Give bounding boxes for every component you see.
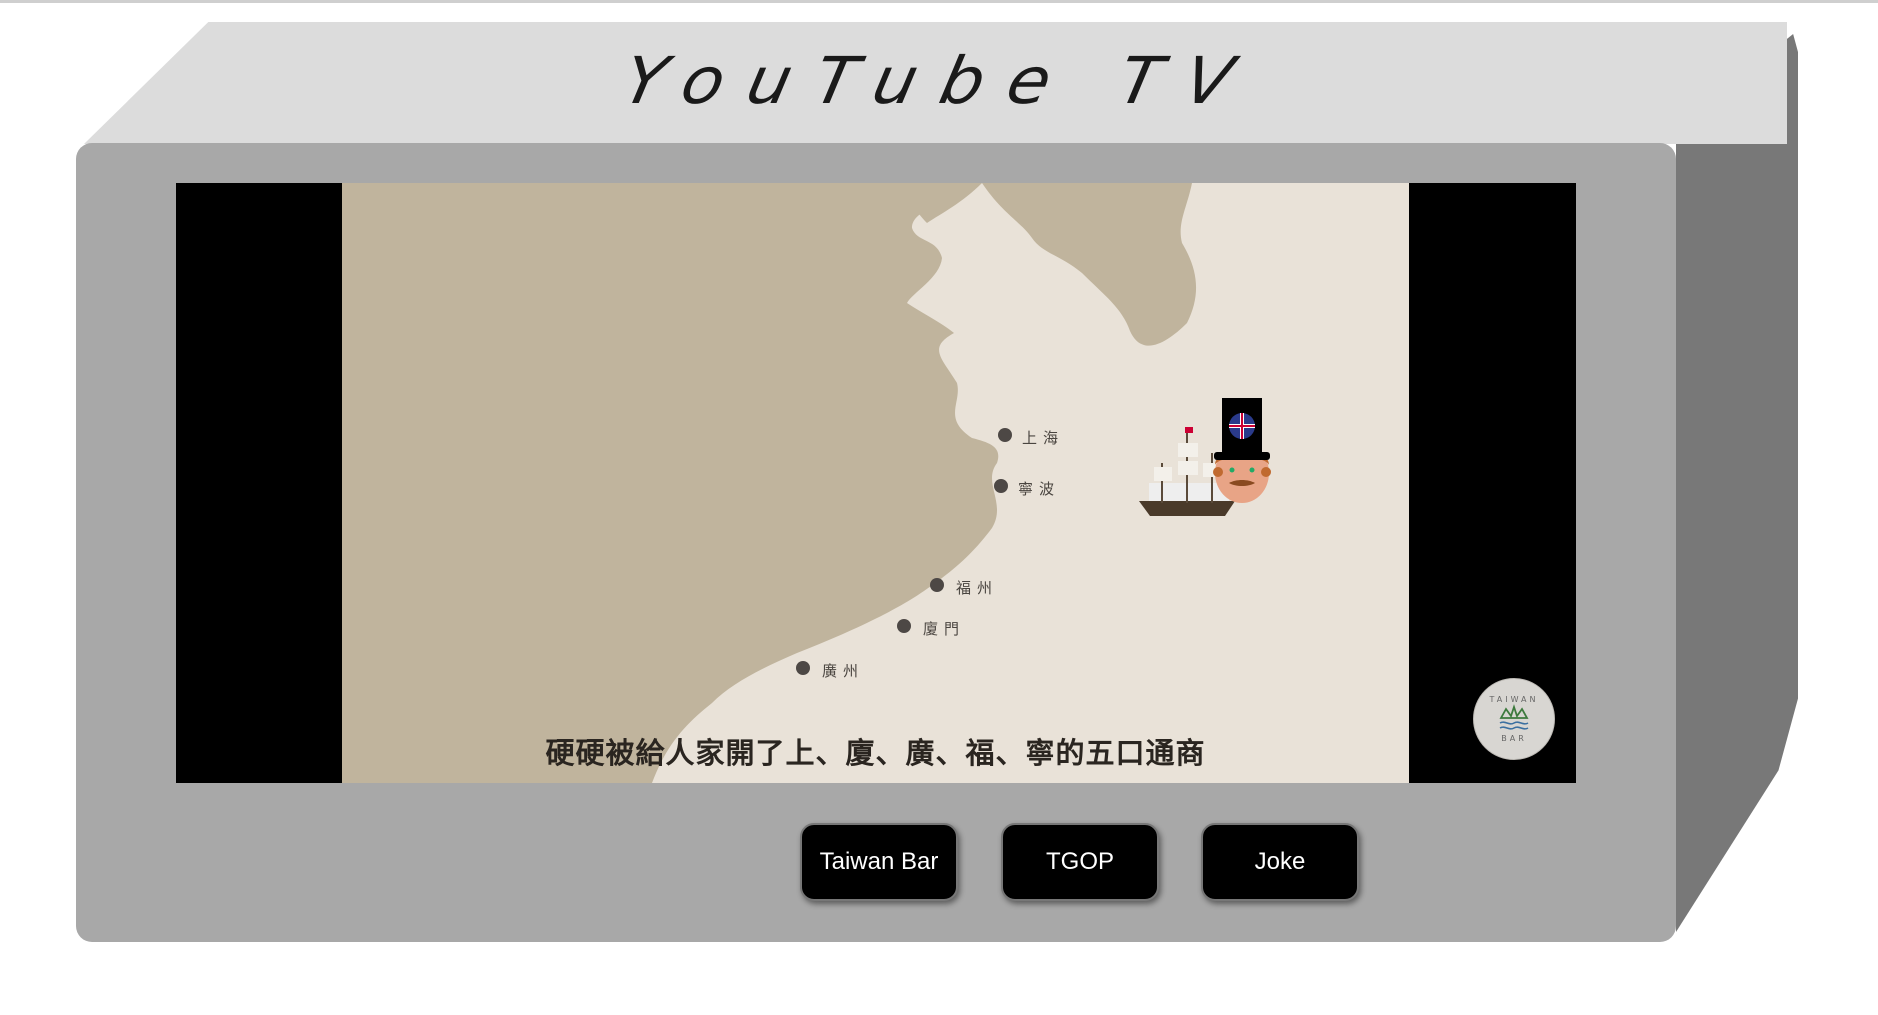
video-subtitle: 硬硬被給人家開了上、廈、廣、福、寧的五口通商	[545, 736, 1206, 770]
channel-button-taiwan-bar[interactable]: Taiwan Bar	[800, 823, 958, 901]
channel-watermark-logo[interactable]: TAIWAN BAR	[1473, 678, 1555, 760]
channel-buttons: Taiwan Bar TGOP Joke	[800, 823, 1360, 903]
city-label-shanghai: 上海	[1022, 429, 1065, 447]
tv-side-panel	[1676, 34, 1798, 932]
city-label-xiamen: 廈門	[923, 620, 966, 638]
channel-button-joke[interactable]: Joke	[1201, 823, 1359, 901]
city-dot-ningbo	[994, 479, 1008, 493]
city-dot-shanghai	[998, 428, 1012, 442]
watermark-top-text: TAIWAN	[1489, 695, 1539, 704]
channel-button-tgop[interactable]: TGOP	[1001, 823, 1159, 901]
tv-scene: YouTube TV 上海 寧波 福州 廈門 廣州 硬硬被給人家開了上、廈、廣、…	[0, 0, 1878, 1015]
city-dot-fuzhou	[930, 578, 944, 592]
crown-wave-icon	[1499, 704, 1529, 730]
watermark-bottom-text: BAR	[1501, 734, 1527, 743]
video-player[interactable]: 上海 寧波 福州 廈門 廣州 硬硬被給人家開了上、廈、廣、福、寧的五口通商 TA…	[176, 183, 1576, 783]
city-label-fuzhou: 福州	[956, 579, 999, 597]
map-illustration	[342, 183, 1409, 783]
tv-title: YouTube TV	[616, 44, 1264, 120]
city-dot-guangzhou	[796, 661, 810, 675]
city-dot-xiamen	[897, 619, 911, 633]
video-frame[interactable]: 上海 寧波 福州 廈門 廣州 硬硬被給人家開了上、廈、廣、福、寧的五口通商	[342, 183, 1409, 783]
city-label-ningbo: 寧波	[1018, 480, 1061, 498]
city-label-guangzhou: 廣州	[822, 662, 865, 680]
